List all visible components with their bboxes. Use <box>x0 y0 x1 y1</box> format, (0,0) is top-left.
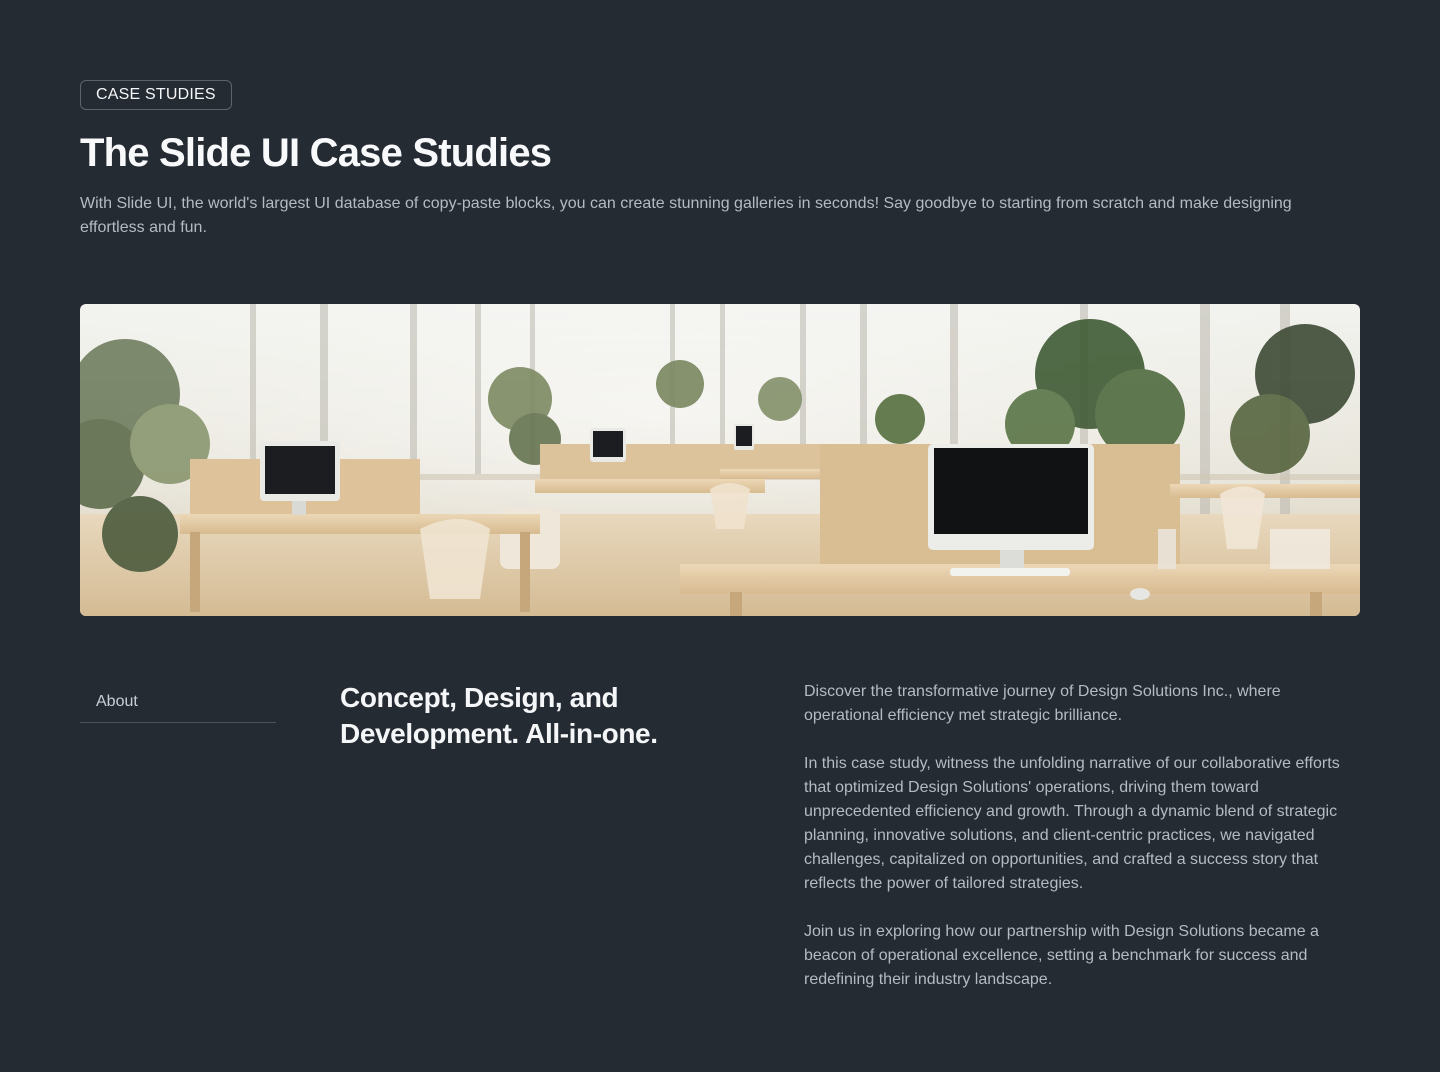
section-tabs: About <box>80 680 276 723</box>
body-paragraph: In this case study, witness the unfoldin… <box>804 755 1340 892</box>
body-paragraph: Join us in exploring how our partnership… <box>804 923 1319 988</box>
case-study-page: CASE STUDIES The Slide UI Case Studies W… <box>80 0 1360 1072</box>
section-badge: CASE STUDIES <box>80 80 232 110</box>
page-title: The Slide UI Case Studies <box>80 131 552 175</box>
tab-about[interactable]: About <box>80 680 276 723</box>
body-paragraph: Discover the transformative journey of D… <box>804 683 1281 724</box>
section-body: Discover the transformative journey of D… <box>804 680 1360 1016</box>
intro-text: With Slide UI, the world's largest UI da… <box>80 195 1292 236</box>
section-title: Concept, Design, and Development. All-in… <box>340 682 658 749</box>
hero-office-image <box>80 304 1360 616</box>
